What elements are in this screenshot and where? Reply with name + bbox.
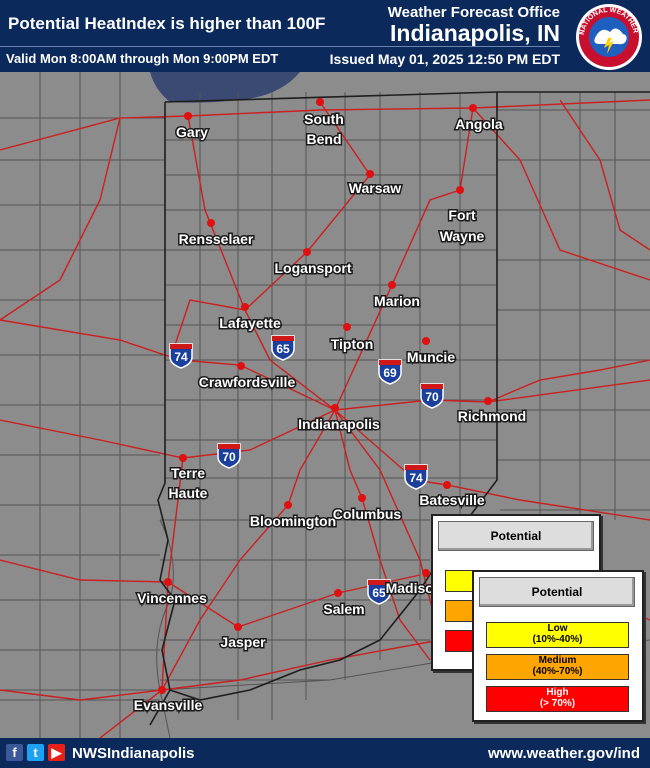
city-marker	[241, 303, 249, 311]
city-marker	[331, 404, 339, 412]
city-marker	[316, 98, 324, 106]
header-banner: Potential HeatIndex is higher than 100F …	[0, 0, 650, 72]
city-label: Batesville	[419, 492, 485, 508]
legend-range-low: (10%-40%)	[532, 634, 583, 645]
city-label: Salem	[323, 601, 364, 617]
legend-front-title: Potential	[479, 577, 635, 607]
city-marker	[358, 494, 366, 502]
svg-text:69: 69	[383, 366, 397, 380]
city-label: Gary	[176, 124, 208, 140]
city-marker	[234, 623, 242, 631]
legend-back-title: Potential	[438, 521, 594, 551]
city-label: Angola	[455, 116, 503, 132]
product-title: Potential HeatIndex is higher than 100F	[8, 14, 326, 33]
city-marker	[422, 569, 430, 577]
svg-text:70: 70	[425, 390, 439, 404]
svg-text:65: 65	[276, 342, 290, 356]
interstate-shield: 69	[378, 359, 402, 385]
office-name: Indianapolis, IN	[390, 20, 560, 46]
city-marker	[207, 219, 215, 227]
nws-logo: NATIONAL WEATHER SERVICE	[574, 2, 642, 70]
legend-range-medium: (40%-70%)	[532, 666, 583, 677]
city-marker	[366, 170, 374, 178]
city-marker	[303, 248, 311, 256]
legend-label-medium: Medium	[538, 655, 577, 666]
city-label: Bloomington	[250, 513, 336, 529]
city-marker	[334, 589, 342, 597]
facebook-icon[interactable]: f	[6, 744, 23, 761]
city-label: Wayne	[440, 228, 485, 244]
city-marker	[343, 323, 351, 331]
legend-item-medium: Medium (40%-70%)	[486, 654, 629, 680]
svg-text:65: 65	[372, 586, 386, 600]
city-marker	[484, 397, 492, 405]
legend-item-low: Low (10%-40%)	[486, 622, 629, 648]
issued-time: Issued May 01, 2025 12:50 PM EDT	[329, 51, 560, 67]
city-marker	[422, 337, 430, 345]
city-label: Columbus	[333, 506, 402, 522]
interstate-shield: 65	[271, 335, 295, 361]
city-marker	[237, 362, 245, 370]
interstate-shield: 70	[217, 443, 241, 469]
city-label: Muncie	[407, 349, 455, 365]
city-label: Warsaw	[349, 180, 402, 196]
twitter-icon[interactable]: t	[27, 744, 44, 761]
city-label: Vincennes	[137, 590, 207, 606]
city-label: Lafayette	[219, 315, 281, 331]
city-marker	[443, 481, 451, 489]
legend-label-low: Low	[547, 623, 568, 634]
city-label: Evansville	[134, 697, 203, 713]
interstate-shield: 70	[420, 383, 444, 409]
city-label: Bend	[307, 131, 342, 147]
city-label: South	[304, 111, 344, 127]
interstate-shield: 74	[404, 464, 428, 490]
legend-range-high: (> 70%)	[539, 698, 576, 709]
youtube-icon[interactable]: ▶	[48, 744, 65, 761]
svg-text:74: 74	[174, 350, 188, 364]
city-label: Tipton	[331, 336, 374, 352]
city-marker	[469, 104, 477, 112]
office-line: Weather Forecast Office	[387, 4, 560, 21]
interstate-shield: 74	[169, 343, 193, 369]
city-label: Indianapolis	[298, 416, 380, 432]
city-label: Rensselaer	[179, 231, 254, 247]
city-marker	[284, 501, 292, 509]
footer-banner: f t ▶ NWSIndianapolis www.weather.gov/in…	[0, 738, 650, 768]
legend-item-high: High (> 70%)	[486, 686, 629, 712]
website-link[interactable]: www.weather.gov/ind	[488, 745, 640, 762]
city-label: Logansport	[275, 260, 352, 276]
city-marker	[179, 454, 187, 462]
svg-text:74: 74	[409, 471, 423, 485]
city-marker	[388, 281, 396, 289]
social-handle[interactable]: NWSIndianapolis	[72, 745, 195, 762]
city-marker	[164, 578, 172, 586]
city-marker	[456, 186, 464, 194]
city-label: Terre	[171, 465, 205, 481]
svg-text:70: 70	[222, 450, 236, 464]
city-label: Richmond	[458, 408, 526, 424]
city-label: Jasper	[220, 634, 266, 650]
legend-front-panel: Potential Low (10%-40%) Medium (40%-70%)…	[472, 570, 644, 722]
legend-label-high: High	[546, 687, 569, 698]
city-label: Marion	[374, 293, 420, 309]
city-marker	[158, 686, 166, 694]
valid-time: Valid Mon 8:00AM through Mon 9:00PM EDT	[6, 51, 279, 66]
city-label: Haute	[169, 485, 208, 501]
city-label: Crawfordsville	[199, 374, 296, 390]
city-label: Fort	[448, 207, 476, 223]
city-marker	[184, 112, 192, 120]
